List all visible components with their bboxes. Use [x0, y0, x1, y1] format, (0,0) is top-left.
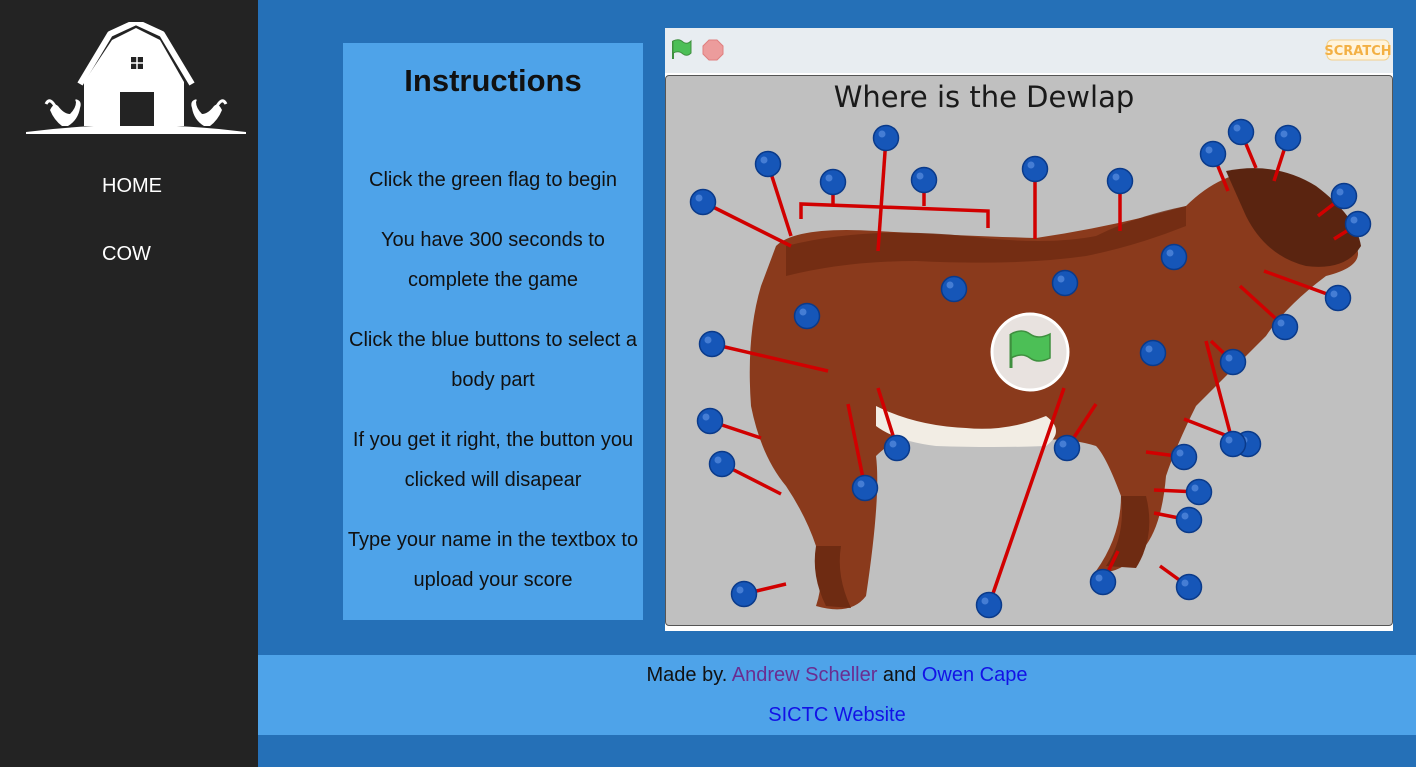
button-highlight	[1059, 440, 1067, 448]
body-part-button[interactable]	[793, 302, 821, 330]
instructions-panel: Instructions Click the green flag to beg…	[343, 43, 643, 620]
body-part-button[interactable]	[1106, 167, 1134, 195]
button-highlight	[704, 336, 712, 344]
button-highlight	[1181, 512, 1189, 520]
author-andrew-link[interactable]: Andrew Scheller	[732, 664, 878, 686]
button-highlight	[1277, 319, 1285, 327]
button-highlight	[825, 174, 833, 182]
instruction-step: You have 300 seconds to complete the gam…	[381, 229, 605, 291]
button-highlight	[1166, 249, 1174, 257]
body-part-button[interactable]	[698, 330, 726, 358]
body-part-button[interactable]	[1089, 568, 1117, 596]
body-part-button[interactable]	[730, 580, 758, 608]
credits-line: Made by. Andrew Scheller and Owen Cape	[258, 664, 1416, 687]
button-highlight	[946, 281, 954, 289]
body-part-button[interactable]	[1271, 313, 1299, 341]
barn-logo[interactable]	[24, 22, 248, 136]
button-highlight	[1225, 436, 1233, 444]
body-part-button[interactable]	[819, 168, 847, 196]
body-part-button[interactable]	[1170, 443, 1198, 471]
button-highlight	[702, 413, 710, 421]
body-part-button[interactable]	[1053, 434, 1081, 462]
body-part-button[interactable]	[696, 407, 724, 435]
button-highlight	[1233, 124, 1241, 132]
button-highlight	[1350, 216, 1358, 224]
button-highlight	[799, 308, 807, 316]
body-part-button[interactable]	[1344, 210, 1372, 238]
button-highlight	[1181, 579, 1189, 587]
body-part-button[interactable]	[1219, 430, 1247, 458]
stop-icon[interactable]	[702, 39, 724, 61]
nav-home-link[interactable]: HOME	[102, 175, 162, 198]
player-toolbar: SCRATCH	[665, 28, 1393, 73]
green-flag-icon[interactable]	[670, 38, 692, 60]
button-highlight	[1191, 484, 1199, 492]
button-highlight	[1027, 161, 1035, 169]
button-highlight	[1330, 290, 1338, 298]
game-stage[interactable]: Where is the Dewlap	[665, 75, 1393, 626]
body-part-button[interactable]	[1330, 182, 1358, 210]
scratch-player: SCRATCH Where is the Dewlap	[665, 28, 1393, 631]
button-highlight	[695, 194, 703, 202]
body-part-button[interactable]	[975, 591, 1003, 619]
button-highlight	[1095, 574, 1103, 582]
instruction-step: If you get it right, the button you clic…	[352, 429, 634, 491]
body-part-button[interactable]	[910, 166, 938, 194]
body-part-button[interactable]	[708, 450, 736, 478]
body-part-button[interactable]	[754, 150, 782, 178]
made-by-label: Made by.	[646, 664, 728, 686]
button-highlight	[714, 456, 722, 464]
button-highlight	[1057, 275, 1065, 283]
body-part-button[interactable]	[1160, 243, 1188, 271]
body-part-button[interactable]	[851, 474, 879, 502]
sictc-website-link[interactable]: SICTC Website	[768, 704, 905, 726]
instruction-step: Type your name in the textbox to upload …	[347, 529, 639, 591]
body-part-button[interactable]	[1199, 140, 1227, 168]
body-part-button[interactable]	[1185, 478, 1213, 506]
body-part-button[interactable]	[1175, 573, 1203, 601]
sidebar: HOME COW	[0, 0, 258, 767]
instruction-step: Click the green flag to begin	[369, 169, 617, 191]
button-highlight	[1225, 354, 1233, 362]
instruction-step: Click the blue buttons to select a body …	[349, 329, 637, 391]
button-highlight	[1205, 146, 1213, 154]
body-part-button[interactable]	[883, 434, 911, 462]
and-label: and	[882, 664, 917, 686]
footer: Made by. Andrew Scheller and Owen Cape S…	[258, 655, 1416, 735]
body-part-button[interactable]	[940, 275, 968, 303]
button-highlight	[760, 156, 768, 164]
body-part-button[interactable]	[1219, 348, 1247, 376]
button-highlight	[1145, 345, 1153, 353]
button-highlight	[1336, 188, 1344, 196]
button-highlight	[1112, 173, 1120, 181]
button-highlight	[736, 586, 744, 594]
scratch-logo: SCRATCH	[1324, 39, 1392, 61]
button-highlight	[1176, 449, 1184, 457]
nav-cow-link[interactable]: COW	[102, 243, 151, 266]
pointer-line	[702, 200, 792, 248]
author-owen-link[interactable]: Owen Cape	[922, 664, 1028, 686]
body-part-button[interactable]	[1139, 339, 1167, 367]
body-part-button[interactable]	[872, 124, 900, 152]
button-highlight	[857, 480, 865, 488]
instructions-title: Instructions	[404, 63, 582, 98]
stage-question: Where is the Dewlap	[834, 80, 1135, 114]
big-green-flag-button[interactable]	[990, 312, 1070, 392]
button-highlight	[1280, 130, 1288, 138]
cow-image	[749, 168, 1361, 610]
button-highlight	[981, 597, 989, 605]
body-part-button[interactable]	[1051, 269, 1079, 297]
button-highlight	[878, 130, 886, 138]
body-part-button[interactable]	[1274, 124, 1302, 152]
svg-text:SCRATCH: SCRATCH	[1324, 44, 1391, 59]
body-part-button[interactable]	[1175, 506, 1203, 534]
body-part-button[interactable]	[1324, 284, 1352, 312]
body-part-button[interactable]	[1227, 118, 1255, 146]
button-highlight	[889, 440, 897, 448]
body-part-button[interactable]	[1021, 155, 1049, 183]
body-part-button[interactable]	[689, 188, 717, 216]
button-highlight	[916, 172, 924, 180]
pointer-bracket	[799, 202, 990, 228]
